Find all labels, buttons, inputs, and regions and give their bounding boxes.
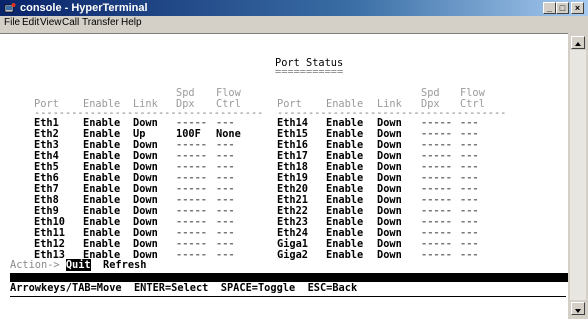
vertical-scrollbar[interactable] [568, 30, 588, 319]
action-prompt: Action-> [10, 259, 60, 271]
window-title: console - HyperTerminal [20, 2, 148, 14]
menu-help[interactable]: Help [121, 17, 142, 29]
title-bar[interactable]: console - HyperTerminal _ □ × [0, 0, 588, 16]
bottom-rule [10, 296, 566, 297]
screen-heading-rule: =========== [275, 66, 344, 78]
cell-spd: ----- [176, 249, 207, 261]
quit-action[interactable]: Quit [65, 259, 91, 271]
minimize-icon: _ [546, 3, 552, 13]
scroll-track[interactable] [570, 50, 586, 300]
cell-flow: --- [216, 249, 235, 261]
menu-file[interactable]: File [4, 17, 20, 29]
menu-call[interactable]: Call [62, 17, 79, 29]
cell-spd: ----- [421, 249, 452, 261]
help-line: Arrowkeys/TAB=Move ENTER=Select SPACE=To… [10, 282, 358, 294]
menu-transfer[interactable]: Transfer [82, 17, 119, 29]
cell-port: Giga2 [277, 249, 308, 261]
menu-bar: File Edit View Call Transfer Help [0, 16, 588, 30]
terminal-screen[interactable]: Port Status =========== Spd Flow Spd Flo… [10, 34, 568, 319]
cell-enable: Enable [326, 249, 364, 261]
scroll-down-icon [575, 309, 581, 313]
action-line: Action-> Quit Refresh [10, 259, 146, 271]
close-icon: × [574, 3, 581, 13]
refresh-action[interactable]: Refresh [103, 259, 146, 271]
status-bar [10, 273, 568, 282]
menu-view[interactable]: View [40, 17, 62, 29]
hyperterminal-icon [4, 3, 16, 13]
maximize-icon: □ [559, 3, 566, 13]
maximize-button[interactable]: □ [556, 2, 569, 14]
scroll-up-button[interactable] [571, 36, 585, 49]
cell-link: Down [377, 249, 402, 261]
minimize-button[interactable]: _ [543, 2, 556, 14]
scroll-up-icon [575, 42, 581, 46]
close-button[interactable]: × [571, 2, 584, 14]
scroll-down-button[interactable] [571, 302, 585, 315]
cell-flow: --- [460, 249, 479, 261]
menu-edit[interactable]: Edit [22, 17, 39, 29]
